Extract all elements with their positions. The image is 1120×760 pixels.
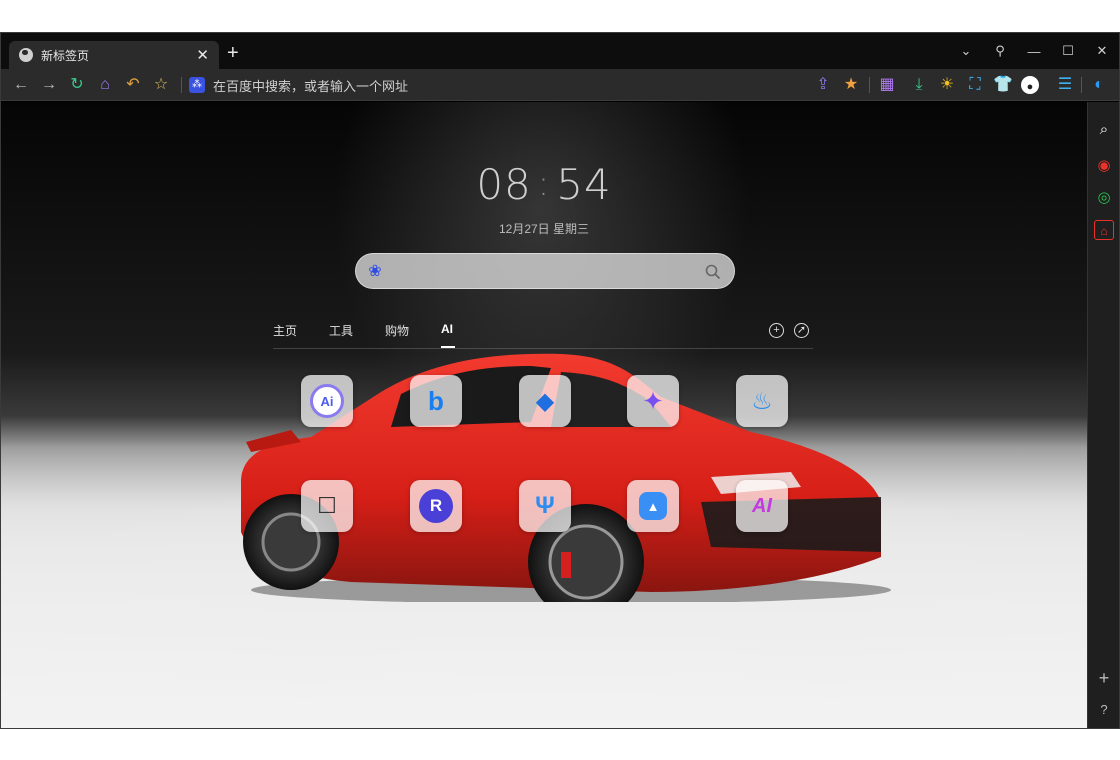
tab-actions: + ➚ — [769, 323, 809, 338]
r-logo-icon: R — [419, 489, 453, 523]
back-icon[interactable]: ← — [11, 75, 31, 95]
tab-home[interactable]: 主页 — [273, 322, 329, 339]
toolbar-divider — [869, 77, 870, 93]
globe-icon — [19, 48, 33, 62]
compass-icon[interactable]: ➚ — [794, 323, 809, 338]
forward-icon[interactable]: → — [39, 75, 59, 95]
app-tile[interactable]: Ψ — [519, 480, 571, 532]
browser-logo-icon[interactable]: ◐ — [1089, 75, 1109, 95]
close-tab-icon[interactable]: ✕ — [196, 48, 209, 63]
triangle-a-icon: ▲ — [639, 492, 667, 520]
cube-ai-icon: ◆ — [535, 387, 555, 415]
screenshot-icon[interactable]: ⛶ — [965, 75, 985, 95]
new-tab-button[interactable]: + — [227, 43, 239, 63]
avatar[interactable]: ● — [1021, 76, 1039, 94]
toolbar: ← → ↻ ⌂ ↶ ☆ ⁂ 在百度中搜索，或者输入一个网址 ⇪ ★ ▦ ⤓ ☀ … — [1, 69, 1119, 101]
close-window-button[interactable]: ✕ — [1085, 43, 1119, 59]
ai-assistant-icon: Ai — [310, 384, 344, 418]
category-tabs: 主页 工具 购物 AI — [273, 322, 497, 339]
tab-shopping[interactable]: 购物 — [385, 322, 441, 339]
browser-tab[interactable]: 新标签页 ✕ — [9, 41, 219, 69]
toolbar-divider — [181, 77, 182, 93]
side-search-icon[interactable]: ⌕ — [1094, 120, 1114, 140]
weibo-icon[interactable]: ◉ — [1094, 156, 1114, 176]
toolbar-divider — [1081, 77, 1082, 93]
tab-tools[interactable]: 工具 — [329, 322, 385, 339]
search-input[interactable] — [394, 260, 694, 284]
new-tab-page: 08:54 12月27日 星期三 ❀ 主页 工具 购物 AI + ➚ Ai b … — [1, 102, 1087, 728]
clock-separator: : — [537, 164, 551, 204]
tree-icon: Ψ — [535, 492, 555, 519]
app-tile[interactable]: ♨ — [736, 375, 788, 427]
tabs-divider — [273, 348, 813, 349]
add-panel-icon[interactable]: + — [1094, 668, 1114, 688]
app-tile[interactable]: R — [410, 480, 462, 532]
tab-ai[interactable]: AI — [441, 322, 497, 339]
reload-icon[interactable]: ↻ — [67, 75, 87, 95]
undo-icon[interactable]: ↶ — [123, 75, 143, 95]
star-knot-icon: ✦ — [642, 385, 664, 416]
menu-icon[interactable]: ☰ — [1055, 75, 1075, 95]
app-tile[interactable]: ▲ — [627, 480, 679, 532]
ai-gradient-icon: AI — [752, 494, 772, 517]
address-placeholder: 在百度中搜索，或者输入一个网址 — [213, 78, 409, 94]
bing-icon: b — [428, 385, 444, 416]
window-controls: ⌄ ⚲ — ☐ ✕ — [949, 33, 1119, 69]
pin-icon[interactable]: ⚲ — [983, 43, 1017, 59]
side-panel: ⌕ ◉ ◎ ⌂ + ? — [1087, 102, 1119, 728]
date-label: 12月27日 星期三 — [498, 222, 590, 236]
tab-list-icon[interactable]: ⌄ — [949, 43, 983, 59]
app-tile[interactable]: AI — [736, 480, 788, 532]
sun-icon[interactable]: ☀ — [937, 75, 957, 95]
home-icon[interactable]: ⌂ — [95, 75, 115, 95]
clock: 08:54 — [1, 160, 1087, 209]
help-icon[interactable]: ? — [1094, 700, 1114, 720]
clock-minute: 54 — [556, 160, 612, 209]
pdf-icon[interactable]: ⌂ — [1094, 220, 1114, 240]
maximize-button[interactable]: ☐ — [1051, 43, 1085, 59]
app-tile[interactable]: Ai — [301, 375, 353, 427]
add-site-icon[interactable]: + — [769, 323, 784, 338]
robot-icon: ☐ — [317, 493, 337, 518]
sports-car-wallpaper — [241, 353, 891, 602]
flame-drop-icon: ♨ — [751, 387, 773, 415]
skin-icon[interactable]: 👕 — [993, 75, 1013, 95]
search-icon[interactable] — [704, 263, 722, 281]
address-bar[interactable]: ⁂ 在百度中搜索，或者输入一个网址 — [189, 73, 789, 97]
apps-grid-icon[interactable]: ▦ — [877, 75, 897, 95]
tab-title: 新标签页 — [41, 48, 90, 63]
favorite-star-icon[interactable]: ★ — [841, 75, 861, 95]
baidu-paw-icon[interactable]: ❀ — [366, 263, 384, 281]
app-tile[interactable]: ✦ — [627, 375, 679, 427]
clock-hour: 08 — [476, 160, 532, 209]
share-icon[interactable]: ⇪ — [813, 75, 833, 95]
bookmark-star-icon[interactable]: ☆ — [151, 75, 171, 95]
minimize-button[interactable]: — — [1017, 44, 1051, 59]
app-tile[interactable]: b — [410, 375, 462, 427]
browser-window: 新标签页 ✕ + ⌄ ⚲ — ☐ ✕ ← → ↻ ⌂ ↶ ☆ ⁂ 在百度中搜索，… — [0, 32, 1120, 729]
tab-strip: 新标签页 ✕ + ⌄ ⚲ — ☐ ✕ — [1, 33, 1119, 69]
download-icon[interactable]: ⤓ — [909, 75, 929, 95]
app-tile[interactable]: ☐ — [301, 480, 353, 532]
app-tile[interactable]: ◆ — [519, 375, 571, 427]
wechat-icon[interactable]: ◎ — [1094, 188, 1114, 208]
active-tab-indicator — [441, 346, 455, 348]
search-box[interactable]: ❀ — [355, 253, 735, 289]
baidu-icon: ⁂ — [189, 77, 205, 93]
